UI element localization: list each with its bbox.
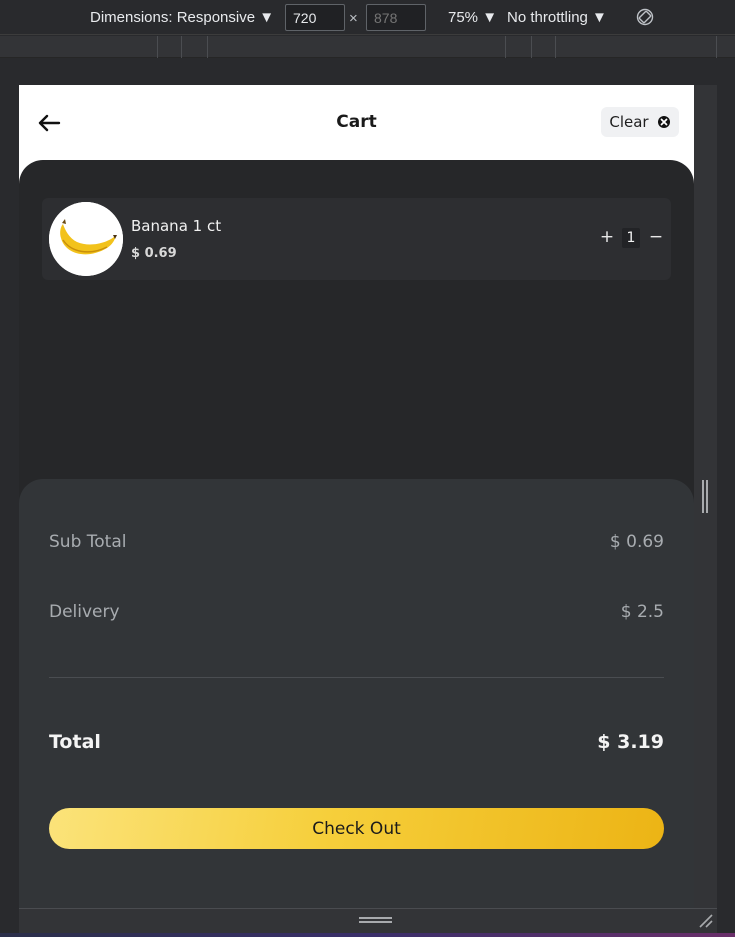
total-value: $ 3.19 (597, 731, 664, 753)
media-query-ruler (0, 36, 735, 58)
delivery-label: Delivery (49, 602, 120, 622)
devtools-toolbar: Dimensions: Responsive ▼ × 75% ▼ No thro… (0, 0, 735, 35)
zoom-dropdown[interactable]: 75% ▼ (448, 9, 497, 26)
quantity-value: 1 (622, 228, 640, 248)
increase-quantity-button[interactable]: + (598, 227, 616, 249)
width-input[interactable] (285, 4, 345, 31)
delivery-row: Delivery $ 2.5 (49, 602, 664, 622)
total-label: Total (49, 731, 101, 753)
height-input[interactable] (366, 4, 426, 31)
height-resize-handle[interactable] (359, 917, 392, 923)
subtotal-row: Sub Total $ 0.69 (49, 532, 664, 552)
dimensions-dropdown[interactable]: Dimensions: Responsive ▼ (90, 9, 274, 26)
subtotal-value: $ 0.69 (609, 532, 664, 552)
cart-item: Banana 1 ct $ 0.69 + 1 − (42, 198, 671, 280)
bottom-resize-bar (19, 908, 717, 933)
decrease-quantity-button[interactable]: − (647, 227, 665, 249)
width-resize-handle[interactable] (702, 480, 708, 513)
banana-icon (49, 202, 123, 276)
throttling-dropdown[interactable]: No throttling ▼ (507, 9, 607, 26)
times-sign: × (349, 10, 358, 27)
clear-x-icon (657, 116, 670, 128)
item-price: $ 0.69 (131, 246, 177, 261)
clear-cart-button[interactable]: Clear (601, 107, 679, 137)
taskbar-edge (0, 933, 735, 937)
rotate-icon[interactable] (636, 8, 654, 26)
emulated-viewport: Cart Clear Banana 1 ct $ 0.69 + 1 − Sub … (19, 85, 694, 908)
summary-divider (49, 677, 664, 678)
order-summary: Sub Total $ 0.69 Delivery $ 2.5 Total $ … (19, 479, 694, 908)
app-header: Cart Clear (19, 85, 694, 160)
item-name: Banana 1 ct (131, 217, 222, 235)
delivery-value: $ 2.5 (620, 602, 664, 622)
banana-image (49, 202, 123, 276)
total-row: Total $ 3.19 (49, 731, 664, 753)
subtotal-label: Sub Total (49, 532, 127, 552)
resize-corner-icon[interactable] (697, 912, 713, 928)
page-title: Cart (336, 112, 377, 132)
cart-content: Banana 1 ct $ 0.69 + 1 − Sub Total $ 0.6… (19, 160, 694, 908)
clear-button-label: Clear (609, 113, 649, 131)
checkout-button[interactable]: Check Out (49, 808, 664, 849)
